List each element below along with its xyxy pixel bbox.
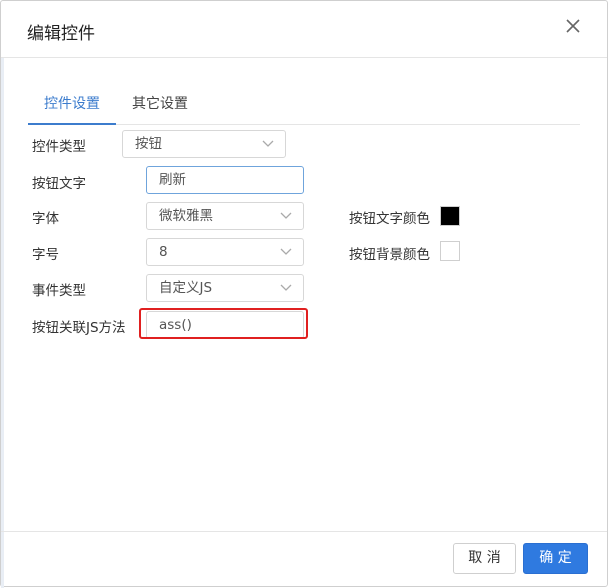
button-text-input[interactable]: 刷新	[146, 166, 304, 194]
font-label: 字体	[32, 211, 59, 227]
control-type-label: 控件类型	[32, 139, 86, 155]
edit-control-dialog: 编辑控件 控件设置 其它设置 控件类型 按钮 按钮文字 刷新 字体 微软雅黑 按…	[0, 0, 608, 588]
tab-other-settings[interactable]: 其它设置	[132, 89, 188, 123]
chevron-down-icon	[262, 139, 274, 149]
font-size-label: 字号	[32, 247, 59, 263]
text-color-label: 按钮文字颜色	[349, 211, 430, 227]
event-type-label: 事件类型	[32, 283, 86, 299]
event-type-value: 自定义JS	[159, 280, 213, 296]
button-text-label: 按钮文字	[32, 176, 86, 192]
highlight-box	[139, 308, 308, 339]
dialog-title: 编辑控件	[27, 24, 95, 44]
font-value: 微软雅黑	[159, 208, 213, 224]
dialog-footer: 取 消 确 定	[1, 531, 607, 587]
control-type-select[interactable]: 按钮	[122, 130, 286, 158]
chevron-down-icon	[280, 283, 292, 293]
bg-color-label: 按钮背景颜色	[349, 247, 430, 263]
font-select[interactable]: 微软雅黑	[146, 202, 304, 230]
js-method-label: 按钮关联JS方法	[32, 320, 126, 336]
close-icon[interactable]	[563, 16, 583, 36]
control-type-value: 按钮	[135, 136, 162, 152]
dialog-header: 编辑控件	[1, 1, 607, 58]
event-type-select[interactable]: 自定义JS	[146, 274, 304, 302]
bg-color-swatch[interactable]	[440, 241, 460, 261]
chevron-down-icon	[280, 211, 292, 221]
cancel-button[interactable]: 取 消	[453, 543, 516, 574]
chevron-down-icon	[280, 247, 292, 257]
font-size-select[interactable]: 8	[146, 238, 304, 266]
text-color-swatch[interactable]	[440, 206, 460, 226]
font-size-value: 8	[159, 244, 168, 260]
background-edge	[1, 58, 4, 588]
tab-control-settings[interactable]: 控件设置	[28, 89, 116, 125]
tab-bar: 控件设置 其它设置	[28, 89, 580, 125]
confirm-button[interactable]: 确 定	[523, 543, 588, 574]
button-text-value: 刷新	[159, 172, 186, 188]
